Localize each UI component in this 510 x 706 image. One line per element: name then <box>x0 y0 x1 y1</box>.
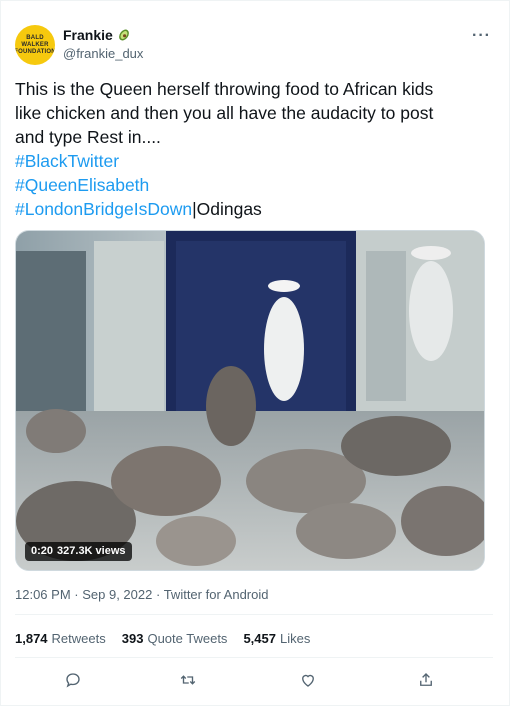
tweet-text-line: This is the Queen herself throwing food … <box>15 79 434 99</box>
retweets-label: Retweets <box>51 631 106 646</box>
video-duration: 0:20 <box>31 545 54 557</box>
divider <box>15 657 493 658</box>
user-handle[interactable]: @frankie_dux <box>63 46 143 61</box>
heart-icon <box>302 674 314 687</box>
retweets-stat[interactable]: 1,874 Retweets <box>15 631 106 646</box>
retweet-icon <box>180 675 196 685</box>
tweet-text-line: like chicken and then you all have the a… <box>15 103 434 123</box>
avocado-icon <box>118 29 129 41</box>
hashtag-link[interactable]: #LondonBridgeIsDown <box>15 199 192 219</box>
divider <box>15 614 493 615</box>
retweets-count: 1,874 <box>15 631 48 646</box>
share-button[interactable] <box>415 669 437 691</box>
display-name[interactable]: Frankie <box>63 27 113 43</box>
tweet-text: This is the Queen herself throwing food … <box>15 77 493 221</box>
tweet-time[interactable]: 12:06 PM <box>15 587 71 602</box>
video-views: 327.3K views <box>57 545 126 557</box>
tweet-card: BALD WALKER FOUNDATION Frankie @frankie_… <box>0 0 510 706</box>
separator-dot: · <box>155 587 164 602</box>
tweet-actions <box>1 669 510 693</box>
video-meta-badge: 0:20 327.3K views <box>25 542 132 561</box>
likes-count: 5,457 <box>243 631 276 646</box>
quotes-stat[interactable]: 393 Quote Tweets <box>122 631 228 646</box>
like-button[interactable] <box>297 669 319 691</box>
hashtag-link[interactable]: #QueenElisabeth <box>15 173 493 197</box>
share-icon <box>420 673 432 686</box>
avatar[interactable]: BALD WALKER FOUNDATION <box>15 25 55 65</box>
video-player[interactable] <box>15 230 485 571</box>
quotes-label: Quote Tweets <box>147 631 228 646</box>
likes-stat[interactable]: 5,457 Likes <box>243 631 310 646</box>
reply-icon <box>66 673 80 688</box>
reply-button[interactable] <box>62 669 84 691</box>
tweet-stats: 1,874 Retweets 393 Quote Tweets 5,457 Li… <box>15 631 326 646</box>
likes-label: Likes <box>279 631 311 646</box>
quotes-count: 393 <box>121 631 144 646</box>
avatar-text: BALD WALKER FOUNDATION <box>15 34 55 55</box>
tweet-trailing-text: |Odingas <box>192 199 262 219</box>
more-icon[interactable]: ··· <box>472 27 491 45</box>
author-name-row: Frankie <box>63 27 131 43</box>
retweet-button[interactable] <box>177 669 199 691</box>
tweet-text-line: and type Rest in.... <box>15 127 161 147</box>
tweet-date[interactable]: Sep 9, 2022 <box>82 587 152 602</box>
tweet-timestamp: 12:06 PM · Sep 9, 2022 · Twitter for And… <box>15 587 268 602</box>
tweet-source[interactable]: Twitter for Android <box>164 587 269 602</box>
hashtag-link[interactable]: #BlackTwitter <box>15 149 493 173</box>
video-frame <box>16 231 484 570</box>
